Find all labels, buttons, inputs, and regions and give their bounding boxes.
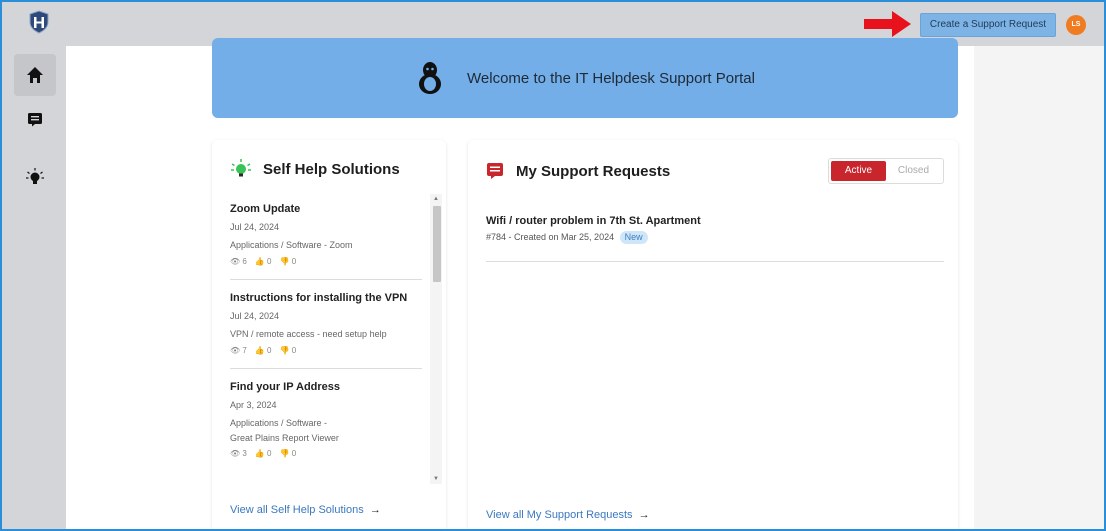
scroll-up-arrow-icon[interactable]: ▲ (433, 196, 439, 202)
arrow-right-icon: → (366, 504, 381, 516)
ticket-red-icon (487, 163, 503, 179)
article-title[interactable]: Instructions for installing the VPN (230, 289, 422, 307)
list-item[interactable]: Zoom Update Jul 24, 2024 Applications / … (230, 200, 422, 280)
app-frame: Create a Support Request LS Welcome to t… (0, 0, 1106, 531)
view-all-self-help-link[interactable]: View all Self Help Solutions → (230, 504, 381, 516)
thumbs-down-icon: 👎 (279, 346, 290, 355)
arrow-right-icon: → (635, 509, 650, 521)
support-requests-card: My Support Requests (468, 140, 958, 529)
sidebar-item-requests[interactable] (14, 98, 56, 140)
views-stat: 👁 7 (230, 346, 247, 355)
ticket-icon (28, 113, 42, 127)
likes-stat: 👍 0 (254, 257, 272, 266)
views-stat: 👁 3 (230, 449, 247, 458)
thumbs-up-icon: 👍 (254, 257, 265, 266)
thumbs-down-icon: 👎 (279, 257, 290, 266)
red-arrow-icon (864, 11, 911, 37)
view-all-requests-label: View all My Support Requests (486, 509, 633, 521)
eye-icon: 👁 (230, 449, 241, 458)
lightbulb-icon (26, 168, 44, 184)
eye-icon: 👁 (230, 257, 241, 266)
sidebar (2, 46, 66, 529)
article-category: VPN / remote access - need setup help (230, 329, 387, 339)
table-row[interactable]: Wifi / router problem in 7th St. Apartme… (486, 212, 944, 262)
likes-stat: 👍 0 (254, 449, 272, 458)
dislikes-stat: 👎 0 (279, 346, 297, 355)
list-item[interactable]: Instructions for installing the VPN Jul … (230, 289, 422, 369)
eye-icon: 👁 (230, 346, 241, 355)
request-title[interactable]: Wifi / router problem in 7th St. Apartme… (486, 212, 944, 230)
user-avatar[interactable]: LS (1066, 15, 1086, 35)
article-category: Applications / Software - Zoom (230, 240, 353, 250)
right-gutter (974, 46, 1104, 529)
self-help-list: Zoom Update Jul 24, 2024 Applications / … (230, 200, 422, 486)
home-icon (27, 67, 43, 83)
sidebar-item-home[interactable] (14, 54, 56, 96)
request-status-toggle: Active Closed (828, 158, 944, 184)
article-date: Jul 24, 2024 (230, 311, 280, 321)
scrollbar-thumb[interactable] (433, 206, 441, 282)
article-stats: 👁 6 👍 0 👎 0 (230, 254, 422, 270)
support-requests-title: My Support Requests (516, 163, 671, 180)
article-date: Apr 3, 2024 (230, 400, 277, 410)
list-item[interactable]: Find your IP Address Apr 3, 2024 Applica… (230, 378, 422, 471)
dislikes-stat: 👎 0 (279, 449, 297, 458)
article-stats: 👁 7 👍 0 👎 0 (230, 343, 422, 359)
dislikes-stat: 👎 0 (279, 257, 297, 266)
shield-logo-icon[interactable] (28, 10, 50, 34)
article-category: Applications / Software - (230, 418, 328, 428)
welcome-text: Welcome to the IT Helpdesk Support Porta… (467, 69, 755, 87)
request-meta: #784 - Created on Mar 25, 2024 New (486, 230, 944, 244)
tab-closed[interactable]: Closed (886, 161, 941, 181)
article-category-continued: Great Plains Report Viewer (230, 433, 339, 443)
green-lightbulb-icon (231, 159, 251, 177)
self-help-title: Self Help Solutions (263, 161, 400, 178)
view-all-requests-link[interactable]: View all My Support Requests → (486, 509, 650, 521)
scroll-down-arrow-icon[interactable]: ▼ (433, 476, 439, 482)
article-title[interactable]: Zoom Update (230, 200, 422, 218)
tab-active[interactable]: Active (831, 161, 886, 181)
create-support-request-button[interactable]: Create a Support Request (920, 13, 1056, 37)
thumbs-down-icon: 👎 (279, 449, 290, 458)
article-stats: 👁 3 👍 0 👎 0 (230, 446, 422, 462)
thumbs-up-icon: 👍 (254, 449, 265, 458)
request-id-date: #784 - Created on Mar 25, 2024 (486, 232, 615, 242)
view-all-self-help-label: View all Self Help Solutions (230, 504, 364, 516)
status-badge: New (619, 231, 648, 244)
self-help-card: Self Help Solutions Zoom Update Jul 24, … (212, 140, 446, 529)
sidebar-item-self-help[interactable] (14, 156, 56, 198)
thumbs-up-icon: 👍 (254, 346, 265, 355)
article-date: Jul 24, 2024 (230, 222, 280, 232)
article-title[interactable]: Find your IP Address (230, 378, 422, 396)
likes-stat: 👍 0 (254, 346, 272, 355)
views-stat: 👁 6 (230, 257, 247, 266)
linux-penguin-icon (419, 62, 442, 94)
welcome-banner: Welcome to the IT Helpdesk Support Porta… (212, 38, 958, 118)
